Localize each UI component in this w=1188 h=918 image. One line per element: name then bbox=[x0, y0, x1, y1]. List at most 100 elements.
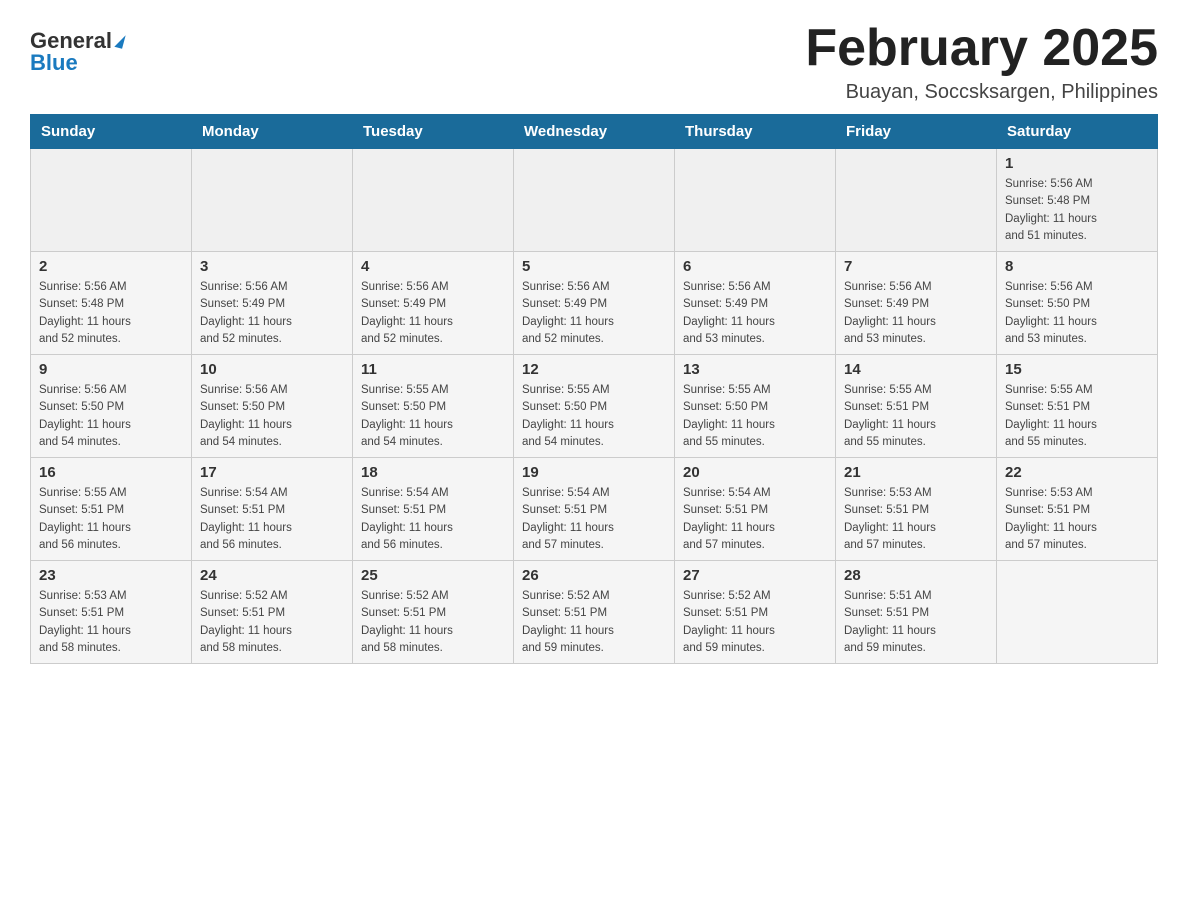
day-number: 6 bbox=[683, 258, 827, 275]
day-info: Sunrise: 5:55 AM Sunset: 5:50 PM Dayligh… bbox=[522, 382, 666, 451]
header-tuesday: Tuesday bbox=[353, 115, 514, 149]
day-info: Sunrise: 5:52 AM Sunset: 5:51 PM Dayligh… bbox=[522, 588, 666, 657]
day-info: Sunrise: 5:53 AM Sunset: 5:51 PM Dayligh… bbox=[844, 485, 988, 554]
day-number: 16 bbox=[39, 464, 183, 481]
calendar-cell bbox=[836, 149, 997, 252]
day-info: Sunrise: 5:56 AM Sunset: 5:49 PM Dayligh… bbox=[522, 279, 666, 348]
title-area: February 2025 Buayan, Soccsksargen, Phil… bbox=[805, 20, 1158, 104]
day-number: 9 bbox=[39, 361, 183, 378]
header-thursday: Thursday bbox=[675, 115, 836, 149]
day-number: 18 bbox=[361, 464, 505, 481]
calendar-cell: 25 Sunrise: 5:52 AM Sunset: 5:51 PM Dayli… bbox=[353, 561, 514, 664]
day-info: Sunrise: 5:54 AM Sunset: 5:51 PM Dayligh… bbox=[361, 485, 505, 554]
calendar-cell: 16Sunrise: 5:55 AM Sunset: 5:51 PM Dayli… bbox=[31, 458, 192, 561]
logo-blue-text: Blue bbox=[30, 52, 78, 74]
header: General Blue February 2025 Buayan, Soccs… bbox=[30, 20, 1158, 104]
day-number: 23 bbox=[39, 567, 183, 584]
day-info: Sunrise: 5:53 AM Sunset: 5:51 PM Dayligh… bbox=[1005, 485, 1149, 554]
calendar-cell bbox=[997, 561, 1158, 664]
calendar-cell: 7 Sunrise: 5:56 AM Sunset: 5:49 PM Daylig… bbox=[836, 252, 997, 355]
day-number: 27 bbox=[683, 567, 827, 584]
header-friday: Friday bbox=[836, 115, 997, 149]
day-number: 11 bbox=[361, 361, 505, 378]
day-info: Sunrise: 5:55 AM Sunset: 5:51 PM Dayligh… bbox=[1005, 382, 1149, 451]
calendar-cell: 11 Sunrise: 5:55 AM Sunset: 5:50 PM Dayli… bbox=[353, 355, 514, 458]
calendar-week-row-1: 2 Sunrise: 5:56 AM Sunset: 5:48 PM Daylig… bbox=[31, 252, 1158, 355]
calendar-cell: 19 Sunrise: 5:54 AM Sunset: 5:51 PM Dayli… bbox=[514, 458, 675, 561]
calendar-header-row: Sunday Monday Tuesday Wednesday Thursday… bbox=[31, 115, 1158, 149]
day-info: Sunrise: 5:53 AM Sunset: 5:51 PM Dayligh… bbox=[39, 588, 183, 657]
calendar-cell: 20 Sunrise: 5:54 AM Sunset: 5:51 PM Dayli… bbox=[675, 458, 836, 561]
calendar-table: Sunday Monday Tuesday Wednesday Thursday… bbox=[30, 114, 1158, 664]
day-info: Sunrise: 5:52 AM Sunset: 5:51 PM Dayligh… bbox=[200, 588, 344, 657]
calendar-week-row-0: 1Sunrise: 5:56 AM Sunset: 5:48 PM Daylig… bbox=[31, 149, 1158, 252]
calendar-week-row-4: 23 Sunrise: 5:53 AM Sunset: 5:51 PM Dayli… bbox=[31, 561, 1158, 664]
calendar-cell: 24 Sunrise: 5:52 AM Sunset: 5:51 PM Dayli… bbox=[192, 561, 353, 664]
day-info: Sunrise: 5:51 AM Sunset: 5:51 PM Dayligh… bbox=[844, 588, 988, 657]
day-number: 17 bbox=[200, 464, 344, 481]
calendar-cell bbox=[514, 149, 675, 252]
day-number: 2 bbox=[39, 258, 183, 275]
day-info: Sunrise: 5:56 AM Sunset: 5:50 PM Dayligh… bbox=[200, 382, 344, 451]
day-info: Sunrise: 5:52 AM Sunset: 5:51 PM Dayligh… bbox=[361, 588, 505, 657]
calendar-cell: 15 Sunrise: 5:55 AM Sunset: 5:51 PM Dayli… bbox=[997, 355, 1158, 458]
month-year-title: February 2025 bbox=[805, 20, 1158, 77]
day-info: Sunrise: 5:56 AM Sunset: 5:49 PM Dayligh… bbox=[683, 279, 827, 348]
day-info: Sunrise: 5:55 AM Sunset: 5:50 PM Dayligh… bbox=[361, 382, 505, 451]
calendar-week-row-2: 9 Sunrise: 5:56 AM Sunset: 5:50 PM Daylig… bbox=[31, 355, 1158, 458]
day-info: Sunrise: 5:56 AM Sunset: 5:48 PM Dayligh… bbox=[39, 279, 183, 348]
day-number: 13 bbox=[683, 361, 827, 378]
header-sunday: Sunday bbox=[31, 115, 192, 149]
day-number: 12 bbox=[522, 361, 666, 378]
day-info: Sunrise: 5:55 AM Sunset: 5:51 PM Dayligh… bbox=[844, 382, 988, 451]
day-info: Sunrise: 5:55 AM Sunset: 5:50 PM Dayligh… bbox=[683, 382, 827, 451]
calendar-cell bbox=[353, 149, 514, 252]
calendar-cell: 6 Sunrise: 5:56 AM Sunset: 5:49 PM Daylig… bbox=[675, 252, 836, 355]
day-number: 22 bbox=[1005, 464, 1149, 481]
day-number: 5 bbox=[522, 258, 666, 275]
day-number: 15 bbox=[1005, 361, 1149, 378]
calendar-cell: 9 Sunrise: 5:56 AM Sunset: 5:50 PM Daylig… bbox=[31, 355, 192, 458]
day-number: 10 bbox=[200, 361, 344, 378]
calendar-cell: 22 Sunrise: 5:53 AM Sunset: 5:51 PM Dayli… bbox=[997, 458, 1158, 561]
calendar-cell: 28 Sunrise: 5:51 AM Sunset: 5:51 PM Dayli… bbox=[836, 561, 997, 664]
day-number: 24 bbox=[200, 567, 344, 584]
day-info: Sunrise: 5:54 AM Sunset: 5:51 PM Dayligh… bbox=[200, 485, 344, 554]
day-info: Sunrise: 5:56 AM Sunset: 5:50 PM Dayligh… bbox=[39, 382, 183, 451]
calendar-cell: 12 Sunrise: 5:55 AM Sunset: 5:50 PM Dayli… bbox=[514, 355, 675, 458]
calendar-cell: 14Sunrise: 5:55 AM Sunset: 5:51 PM Dayli… bbox=[836, 355, 997, 458]
day-number: 26 bbox=[522, 567, 666, 584]
header-saturday: Saturday bbox=[997, 115, 1158, 149]
day-number: 20 bbox=[683, 464, 827, 481]
day-info: Sunrise: 5:54 AM Sunset: 5:51 PM Dayligh… bbox=[683, 485, 827, 554]
calendar-cell: 26 Sunrise: 5:52 AM Sunset: 5:51 PM Dayli… bbox=[514, 561, 675, 664]
calendar-cell: 3 Sunrise: 5:56 AM Sunset: 5:49 PM Daylig… bbox=[192, 252, 353, 355]
calendar-cell: 27Sunrise: 5:52 AM Sunset: 5:51 PM Dayli… bbox=[675, 561, 836, 664]
location-subtitle: Buayan, Soccsksargen, Philippines bbox=[805, 81, 1158, 104]
calendar-cell bbox=[675, 149, 836, 252]
calendar-week-row-3: 16Sunrise: 5:55 AM Sunset: 5:51 PM Dayli… bbox=[31, 458, 1158, 561]
day-number: 28 bbox=[844, 567, 988, 584]
calendar-cell bbox=[192, 149, 353, 252]
calendar-cell: 13 Sunrise: 5:55 AM Sunset: 5:50 PM Dayli… bbox=[675, 355, 836, 458]
day-info: Sunrise: 5:56 AM Sunset: 5:49 PM Dayligh… bbox=[361, 279, 505, 348]
day-number: 8 bbox=[1005, 258, 1149, 275]
calendar-cell: 2 Sunrise: 5:56 AM Sunset: 5:48 PM Daylig… bbox=[31, 252, 192, 355]
logo: General Blue bbox=[30, 20, 124, 74]
day-number: 25 bbox=[361, 567, 505, 584]
calendar-cell: 17 Sunrise: 5:54 AM Sunset: 5:51 PM Dayli… bbox=[192, 458, 353, 561]
day-number: 7 bbox=[844, 258, 988, 275]
calendar-cell: 21Sunrise: 5:53 AM Sunset: 5:51 PM Dayli… bbox=[836, 458, 997, 561]
day-number: 4 bbox=[361, 258, 505, 275]
day-number: 19 bbox=[522, 464, 666, 481]
day-info: Sunrise: 5:56 AM Sunset: 5:50 PM Dayligh… bbox=[1005, 279, 1149, 348]
logo-general-text: General bbox=[30, 30, 112, 52]
calendar-cell: 5 Sunrise: 5:56 AM Sunset: 5:49 PM Daylig… bbox=[514, 252, 675, 355]
day-info: Sunrise: 5:56 AM Sunset: 5:49 PM Dayligh… bbox=[200, 279, 344, 348]
calendar-cell: 8 Sunrise: 5:56 AM Sunset: 5:50 PM Daylig… bbox=[997, 252, 1158, 355]
day-info: Sunrise: 5:56 AM Sunset: 5:48 PM Dayligh… bbox=[1005, 176, 1149, 245]
day-number: 3 bbox=[200, 258, 344, 275]
day-info: Sunrise: 5:56 AM Sunset: 5:49 PM Dayligh… bbox=[844, 279, 988, 348]
day-info: Sunrise: 5:54 AM Sunset: 5:51 PM Dayligh… bbox=[522, 485, 666, 554]
calendar-cell: 18 Sunrise: 5:54 AM Sunset: 5:51 PM Dayli… bbox=[353, 458, 514, 561]
